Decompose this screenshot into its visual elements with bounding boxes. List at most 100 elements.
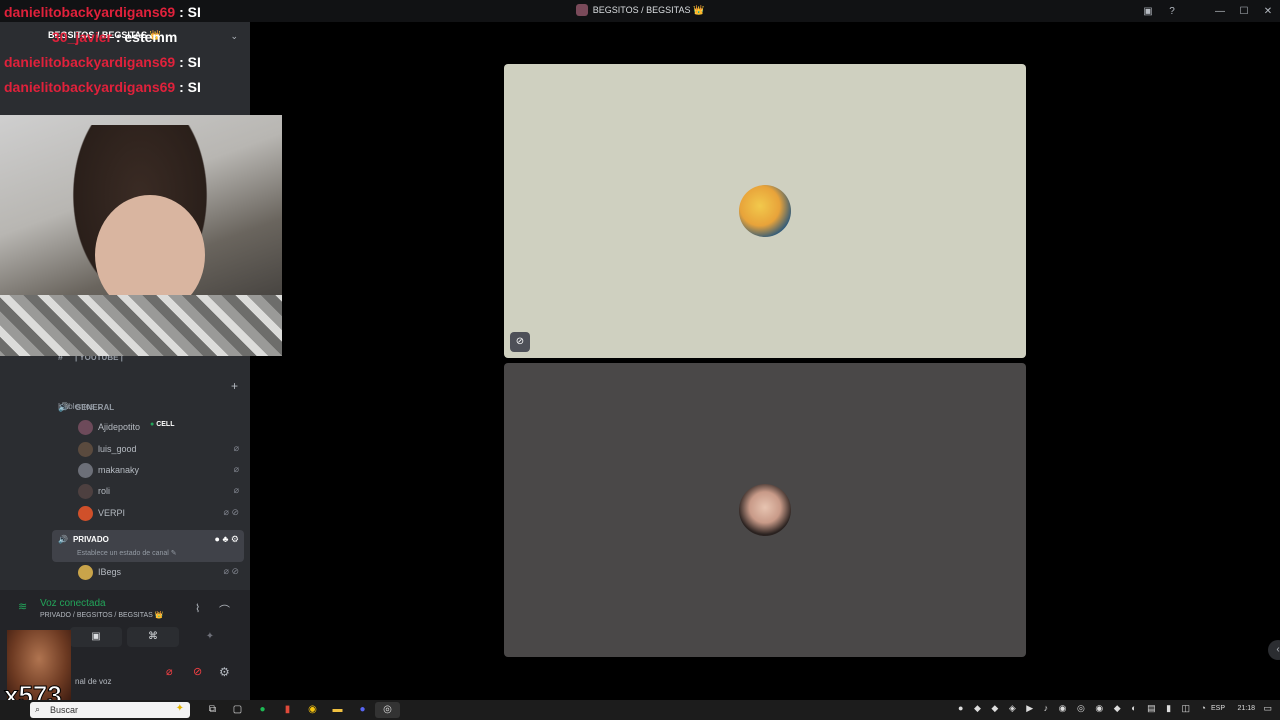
participant-avatar [739, 185, 791, 237]
leaf-icon: ● [150, 421, 155, 428]
avatar [78, 565, 93, 580]
window-title-text: BEGSITOS / BEGSITAS 👑 [592, 5, 705, 15]
avatar [78, 420, 93, 435]
taskbar: ⌕ Buscar ✦ ⧉ ▢ ● ▮ ◉ ▬ ● ◎ ● ◆ ◆ ◈ ▶ ♪ ◉… [0, 700, 1280, 720]
task-view-icon[interactable]: ⧉ [200, 702, 225, 718]
channel-actions: ● ♣ ⚙ [215, 534, 239, 545]
voice-user-name: Ajidepotito [98, 422, 141, 432]
speaker-icon: 🔊 [58, 402, 70, 412]
screen-share-button[interactable]: ▣ [70, 627, 122, 647]
avatar [78, 442, 93, 457]
voice-user[interactable]: luis_good ⌀ [78, 442, 243, 460]
chat-overlay: danielitobackyardigans69 : SI 30_javier … [4, 0, 201, 100]
webcam-shirt [0, 295, 282, 356]
chat-line: danielitobackyardigans69 : SI [4, 0, 201, 25]
chat-user: 30_javier [52, 29, 112, 45]
video-tile[interactable] [504, 363, 1026, 657]
channel-status-hint[interactable]: Establece un estado de canal ✎ [77, 549, 177, 557]
notification-icon[interactable]: ▭ [1263, 703, 1272, 714]
sparkle-icon: ✦ [175, 703, 184, 714]
inbox-icon[interactable]: ▣ [1136, 6, 1160, 17]
app-icon[interactable]: ▮ [275, 702, 300, 718]
deafen-icon[interactable]: ⊘ [193, 665, 202, 678]
chat-line: danielitobackyardigans69 : SI [4, 75, 201, 100]
chat-message: : SI [179, 4, 201, 20]
system-tray[interactable]: ● ◆ ◆ ◈ ▶ ♪ ◉ ◎ ◉ ◆ ◐ ▤ ▮ ◫ ◔ [958, 703, 1210, 714]
deafened-icon: ⊘ [510, 332, 530, 352]
minimize-button[interactable]: — [1208, 6, 1232, 17]
screen-share-icon: ▣ [91, 631, 101, 642]
disconnect-icon[interactable]: ⌒ [219, 602, 230, 618]
server-icon [575, 4, 588, 16]
obs-icon[interactable]: ◎ [375, 702, 400, 718]
avatar [78, 506, 93, 521]
speaker-icon: 🔊 [58, 535, 68, 544]
chat-icon[interactable]: ● [215, 534, 220, 544]
clock[interactable]: 21:18 [1237, 705, 1255, 712]
chat-user: danielitobackyardigans69 [4, 79, 176, 95]
voice-channel-private[interactable]: 🔊 PRIVADO Establece un estado de canal ✎ … [52, 530, 244, 562]
soundboard-button[interactable]: ✦ [184, 627, 236, 647]
add-channel-icon[interactable]: + [231, 379, 238, 393]
discord-icon[interactable]: ● [350, 702, 375, 718]
gear-icon[interactable]: ⚙ [219, 665, 230, 679]
chat-message: : SI [179, 54, 201, 70]
channel-label: PRIVADO [72, 535, 109, 544]
gamepad-icon: ⌘ [148, 631, 158, 642]
voice-connected-title[interactable]: Voz conectada [40, 598, 106, 609]
voice-user[interactable]: VERPI ⌀ ⊘ [78, 506, 243, 524]
voice-user[interactable]: roli ⌀ [78, 484, 243, 502]
taskbar-apps: ⧉ ▢ ● ▮ ◉ ▬ ● ◎ [200, 702, 400, 718]
chat-user: danielitobackyardigans69 [4, 54, 176, 70]
close-button[interactable]: ✕ [1256, 6, 1280, 17]
video-tile[interactable]: ⊘ [504, 64, 1026, 358]
participant-avatar [739, 484, 791, 536]
mic-muted-icon: ⌀ [233, 485, 239, 495]
window-controls: ▣ ? — ☐ ✕ [1136, 0, 1280, 22]
user-tag-label: CELL [156, 421, 175, 428]
mic-deafened-icon: ⌀ ⊘ [223, 566, 239, 576]
language-indicator[interactable]: ESP [1211, 705, 1225, 712]
chevron-left-icon[interactable]: ‹ [1268, 640, 1280, 660]
soundboard-icon: ✦ [205, 631, 215, 642]
settings-icon[interactable]: ⚙ [231, 534, 239, 544]
chevron-down-icon[interactable]: ⌄ [230, 31, 238, 42]
voice-user[interactable]: makanaky ⌀ [78, 463, 243, 481]
voice-channel-general[interactable]: 🔊 GENERAL [58, 402, 114, 413]
voice-user-name: VERPI [98, 508, 126, 518]
noise-suppression-icon[interactable]: ⌇ [195, 602, 200, 615]
channel-label: GENERAL [75, 403, 115, 412]
user-panel: x573 nal de voz ⌀ ⊘ ⚙ [0, 630, 250, 711]
voice-user-name: IBegs [98, 567, 122, 577]
search-label: Buscar [50, 705, 79, 715]
voice-user-name: luis_good [98, 444, 137, 454]
chat-message: : SI [179, 79, 201, 95]
activity-button[interactable]: ⌘ [127, 627, 179, 647]
webcam-overlay [0, 115, 282, 356]
voice-user[interactable]: Ajidepotito ● CELL [78, 420, 243, 438]
help-icon[interactable]: ? [1160, 6, 1184, 17]
folder-icon[interactable]: ▬ [325, 702, 350, 718]
voice-user[interactable]: IBegs ⌀ ⊘ [78, 565, 243, 583]
chat-message: : estemm [115, 29, 178, 45]
voice-panel-tail-text: nal de voz [75, 677, 112, 686]
mic-muted-icon[interactable]: ⌀ [166, 665, 173, 678]
taskbar-search[interactable]: ⌕ Buscar ✦ [30, 702, 190, 718]
status-hint-text: Establece un estado de canal [77, 550, 169, 557]
channel-name: 🔊 PRIVADO [58, 535, 109, 544]
voice-connected-subtitle[interactable]: PRIVADO / BEGSITOS / BEGSITAS 👑 [40, 611, 163, 619]
chat-line: danielitobackyardigans69 : SI [4, 50, 201, 75]
voice-user-name: roli [98, 486, 111, 496]
chat-line: 30_javier : estemm [4, 25, 201, 50]
signal-icon[interactable]: ≋ [18, 600, 27, 613]
invite-icon[interactable]: ♣ [223, 534, 229, 544]
spotify-icon[interactable]: ● [250, 702, 275, 718]
maximize-button[interactable]: ☐ [1232, 6, 1256, 17]
mic-muted-icon: ⌀ [233, 464, 239, 474]
avatar [78, 463, 93, 478]
search-icon: ⌕ [35, 704, 41, 714]
app-icon[interactable]: ▢ [225, 702, 250, 718]
chat-user: danielitobackyardigans69 [4, 4, 176, 20]
voice-user-name: makanaky [98, 465, 140, 475]
chrome-icon[interactable]: ◉ [300, 702, 325, 718]
